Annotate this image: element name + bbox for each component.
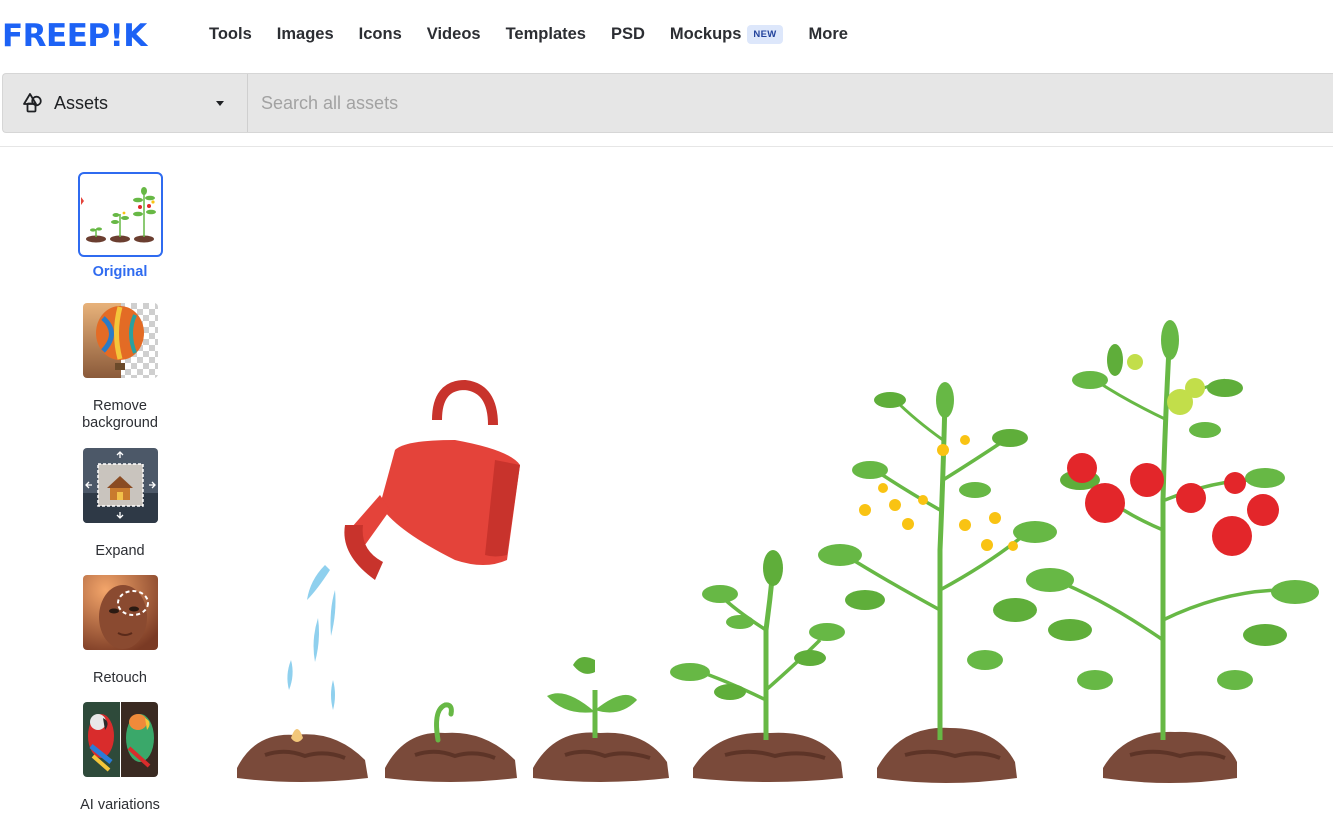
nav-psd[interactable]: PSD [611,25,645,44]
nav-videos[interactable]: Videos [427,25,481,44]
soil-mounds [237,727,1237,783]
remove-background-thumbnail [82,303,158,378]
tool-label: Remove background [82,398,158,431]
tool-label: AI variations [80,797,160,813]
seedling [547,656,637,738]
young-plant [670,550,845,740]
nav-more[interactable]: More [809,25,848,44]
nav-tools[interactable]: Tools [209,25,252,44]
watering-can [344,379,520,580]
new-badge: NEW [747,25,783,44]
search-input[interactable] [248,74,1333,132]
asset-type-label: Assets [54,92,109,113]
header-divider [0,146,1333,147]
tool-label: Original [92,264,148,280]
tool-label: Expand [95,543,145,559]
nav-mockups[interactable]: Mockups [670,25,742,44]
asset-type-dropdown[interactable]: Assets [3,74,248,132]
tool-ai-variations[interactable]: AI variations [70,702,170,814]
water-drops [287,565,336,710]
tool-remove-background[interactable]: Remove background [70,303,170,432]
tool-label: Retouch [92,670,147,686]
tool-retouch[interactable]: Retouch [70,575,170,687]
tool-original[interactable]: Original [70,172,170,281]
top-navigation: FREEP!K Tools Images Icons Videos Templa… [0,0,1333,72]
flowering-plant [818,382,1057,740]
nav-icons[interactable]: Icons [359,25,402,44]
shapes-icon [21,91,45,115]
ai-variations-thumbnail [82,702,158,777]
tool-expand[interactable]: Expand [70,448,170,560]
freepik-logo[interactable]: FREEP!K [2,20,147,52]
main-menu: Tools Images Icons Videos Templates PSD … [209,25,873,44]
expand-thumbnail [82,448,158,523]
nav-images[interactable]: Images [277,25,334,44]
retouch-thumbnail [82,575,158,650]
original-thumbnail [77,172,163,257]
preview-image [225,300,1333,800]
nav-templates[interactable]: Templates [506,25,586,44]
fruiting-plant [1026,320,1319,740]
chevron-down-icon [216,100,224,106]
search-bar: Assets [2,73,1333,133]
